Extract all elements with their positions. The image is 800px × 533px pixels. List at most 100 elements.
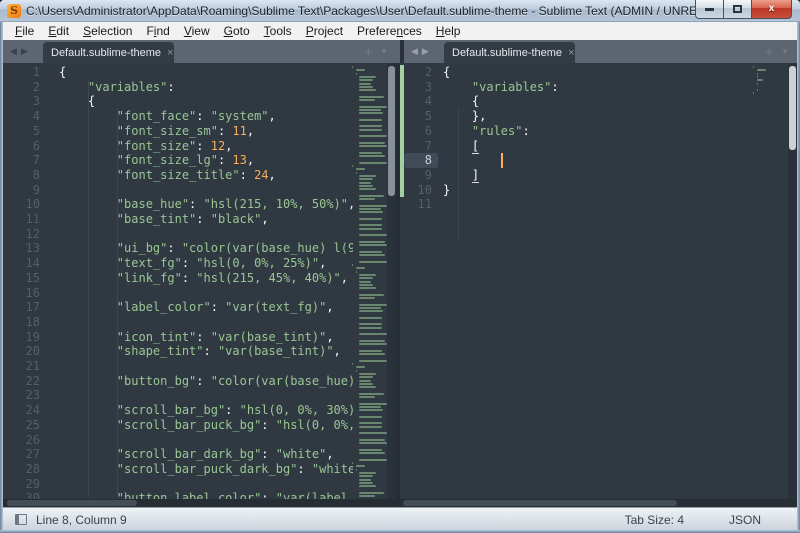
close-window-button[interactable]: x	[751, 0, 792, 19]
minimap-line	[359, 112, 383, 114]
minimap-line	[356, 69, 365, 71]
minimap-line	[359, 175, 376, 177]
menu-item-goto[interactable]: Goto	[217, 23, 257, 39]
minimize-button[interactable]	[695, 0, 724, 19]
minimap-line	[359, 205, 387, 207]
tab-scroll-arrows[interactable]: ◀▶	[10, 46, 32, 57]
tab-close-icon[interactable]: ×	[161, 47, 173, 59]
horizontal-scrollbar[interactable]	[400, 499, 797, 507]
menu-item-edit[interactable]: Edit	[41, 23, 76, 39]
line-number: 2	[402, 65, 432, 80]
minimap-line	[359, 76, 376, 78]
line-number: 28	[3, 462, 40, 477]
minimap-line	[352, 264, 353, 266]
minimap-line	[359, 353, 385, 355]
minimap-line	[359, 208, 381, 210]
tab-prev-icon[interactable]: ◀	[10, 46, 21, 56]
panel-toggle-icon[interactable]	[15, 514, 27, 525]
tab-scroll-arrows[interactable]: ◀▶	[411, 46, 433, 57]
line-number: 25	[3, 418, 40, 433]
menu-item-find[interactable]: Find	[139, 23, 176, 39]
scrollbar-puck[interactable]	[388, 66, 395, 196]
minimap-line	[359, 449, 382, 451]
minimap-line	[359, 155, 385, 157]
code-view[interactable]: { "variables": { }, "rules": [ ]}	[443, 65, 743, 507]
line-number-gutter: 1234567891011121314151617181920212223242…	[3, 65, 44, 507]
minimap-line	[359, 485, 376, 487]
minimap[interactable]	[752, 64, 788, 504]
line-number: 13	[3, 241, 40, 256]
code-line: "text_fg": "hsl(0, 0%, 25%)",	[59, 256, 326, 271]
minimap-line	[359, 426, 382, 428]
line-number: 7	[402, 139, 432, 154]
minimap-line	[356, 366, 365, 368]
tab-overflow-icon[interactable]: ▼	[781, 47, 789, 56]
tab-next-icon[interactable]: ▶	[21, 46, 32, 56]
vertical-scrollbar[interactable]	[387, 63, 396, 499]
menu-item-view[interactable]: View	[177, 23, 217, 39]
minimap-line	[359, 310, 383, 312]
minimap-line	[359, 333, 387, 335]
editor-pane-left[interactable]: 1234567891011121314151617181920212223242…	[3, 63, 396, 507]
minimap-line	[356, 168, 365, 170]
menu-item-selection[interactable]: Selection	[76, 23, 139, 39]
line-number: 15	[3, 271, 40, 286]
menu-item-file[interactable]: File	[8, 23, 41, 39]
menu-item-project[interactable]: Project	[299, 23, 350, 39]
tab-next-icon[interactable]: ▶	[422, 46, 433, 56]
line-number: 10	[3, 197, 40, 212]
code-view[interactable]: { "variables": { "font_face": "system", …	[59, 65, 353, 507]
line-number: 17	[3, 300, 40, 315]
tab-prev-icon[interactable]: ◀	[411, 46, 422, 56]
minimap-line	[359, 86, 373, 88]
new-tab-icon[interactable]: +	[765, 44, 773, 59]
maximize-button[interactable]	[724, 0, 751, 19]
minimap-line	[356, 271, 357, 273]
minimap-line	[757, 79, 763, 81]
scrollbar-thumb[interactable]	[403, 500, 677, 506]
horizontal-scrollbar[interactable]	[3, 499, 396, 507]
line-number: 10	[402, 183, 432, 198]
menu-item-preferences[interactable]: Preferences	[350, 23, 429, 39]
tab-close-icon[interactable]: ×	[562, 47, 574, 59]
line-number: 4	[3, 109, 40, 124]
tab-default-sublime-theme-left[interactable]: Default.sublime-theme ×	[43, 42, 174, 63]
vertical-scrollbar[interactable]	[788, 63, 797, 499]
minimap-line	[359, 284, 373, 286]
editor-area: 1234567891011121314151617181920212223242…	[3, 63, 797, 507]
menu-item-help[interactable]: Help	[429, 23, 468, 39]
minimap-line	[359, 317, 382, 319]
text-caret	[501, 153, 503, 168]
scrollbar-thumb[interactable]	[7, 500, 137, 506]
minimap-line	[757, 69, 766, 71]
tab-default-sublime-theme-right[interactable]: Default.sublime-theme ×	[444, 42, 575, 63]
code-line: {	[59, 94, 95, 109]
editor-pane-right[interactable]: 234567891011 { "variables": { }, "rules"…	[400, 63, 797, 507]
minimap-line	[359, 340, 385, 342]
line-number: 26	[3, 433, 40, 448]
minimap-line	[359, 472, 376, 474]
minimap[interactable]	[351, 64, 387, 504]
minimap-line	[359, 307, 381, 309]
code-line: "font_size_sm": 11,	[59, 124, 254, 139]
tab-overflow-icon[interactable]: ▼	[380, 47, 388, 56]
tab-strip-left: ◀▶ Default.sublime-theme × +▼	[3, 40, 396, 63]
minimap-line	[359, 459, 387, 461]
status-bar: Line 8, Column 9 Tab Size: 4 JSON	[3, 507, 797, 530]
minimap-line	[352, 363, 353, 365]
scrollbar-puck[interactable]	[789, 66, 796, 150]
tab-controls-right[interactable]: +▼	[765, 44, 789, 59]
new-tab-icon[interactable]: +	[364, 44, 372, 59]
title-bar[interactable]: S C:\Users\Administrator\AppData\Roaming…	[0, 0, 800, 22]
line-number: 18	[3, 315, 40, 330]
minimap-line	[359, 376, 373, 378]
tab-controls-left[interactable]: +▼	[364, 44, 388, 59]
syntax-status[interactable]: JSON	[729, 513, 761, 527]
line-number: 1	[3, 65, 40, 80]
code-line: "label_color": "var(text_fg)",	[59, 300, 334, 315]
minimap-line	[359, 294, 384, 296]
tab-size-status[interactable]: Tab Size: 4	[625, 513, 684, 527]
menu-item-tools[interactable]: Tools	[257, 23, 299, 39]
code-line: "variables":	[59, 80, 175, 95]
minimap-line	[359, 287, 376, 289]
